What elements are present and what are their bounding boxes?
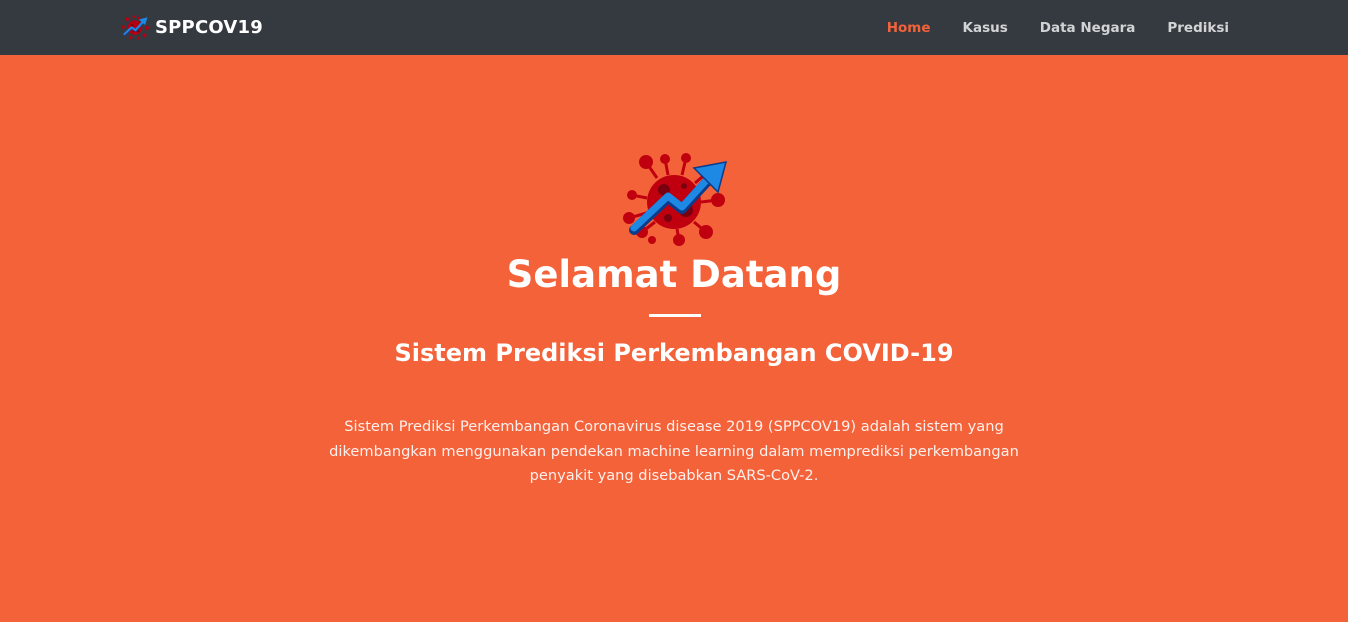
main-nav: Home Kasus Data Negara Prediksi <box>871 0 1245 55</box>
nav-kasus[interactable]: Kasus <box>947 20 1024 36</box>
hero-description: Sistem Prediksi Perkembangan Coronavirus… <box>329 418 1019 484</box>
nav-home[interactable]: Home <box>871 20 947 36</box>
virus-trend-logo-icon <box>121 15 149 40</box>
brand-link[interactable]: SPPCOV19 <box>121 12 263 42</box>
virus-trend-logo-icon <box>623 153 728 246</box>
title-divider <box>649 314 701 317</box>
nav-prediksi[interactable]: Prediksi <box>1151 20 1245 36</box>
top-navbar: SPPCOV19 Home Kasus Data Negara Prediksi <box>0 0 1348 55</box>
nav-data-negara[interactable]: Data Negara <box>1024 20 1152 36</box>
brand-name: SPPCOV19 <box>155 16 263 38</box>
page-subtitle: Sistem Prediksi Perkembangan COVID-19 <box>394 339 954 367</box>
page-title: Selamat Datang <box>506 253 842 296</box>
hero-section: Selamat Datang Sistem Prediksi Perkemban… <box>0 55 1348 622</box>
